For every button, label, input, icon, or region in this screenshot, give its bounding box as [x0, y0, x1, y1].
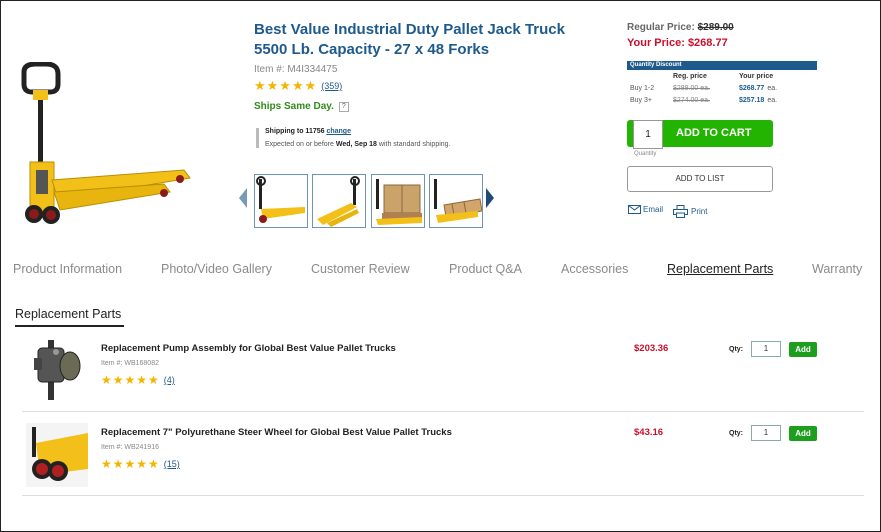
thumbnail-prev-arrow-icon[interactable] — [239, 188, 247, 208]
part-title[interactable]: Replacement 7" Polyurethane Steer Wheel … — [101, 427, 452, 438]
part-item-number: Item #: WB241916 — [101, 444, 159, 451]
email-label[interactable]: Email — [643, 205, 663, 214]
tab-product-information[interactable]: Product Information — [13, 262, 122, 276]
part-add-button[interactable]: Add — [789, 342, 817, 357]
thumbnail-4[interactable] — [429, 174, 483, 228]
your-price: Your Price: $268.77 — [627, 37, 728, 49]
thumbnail-next-arrow-icon[interactable] — [486, 188, 494, 208]
print-link[interactable]: Print — [673, 205, 707, 218]
discount-your-price: $268.77 — [739, 84, 765, 92]
expected-date: Wed, Sep 18 — [335, 141, 377, 148]
discount-reg-price: $274.00 ea. — [673, 96, 710, 104]
discount-qty: Buy 1-2 — [630, 84, 655, 92]
part-price: $203.36 — [634, 343, 669, 354]
quantity-discount-header: Quantity Discount — [627, 61, 817, 70]
part-image[interactable] — [26, 338, 88, 402]
review-count-link[interactable]: (359) — [321, 81, 342, 91]
add-to-cart-label[interactable]: ADD TO CART — [676, 127, 752, 139]
part-image[interactable] — [26, 423, 88, 487]
regular-price-value: $289.00 — [697, 22, 734, 33]
email-link[interactable]: Email — [628, 205, 663, 214]
part-title[interactable]: Replacement Pump Assembly for Global Bes… — [101, 343, 396, 354]
discount-qty: Buy 3+ — [630, 96, 652, 104]
discount-row: Buy 1-2 $289.00 ea. $268.77 ea. — [627, 82, 817, 94]
regular-price-label: Regular Price: — [627, 22, 695, 33]
discount-unit: ea. — [767, 96, 778, 104]
print-icon — [673, 205, 688, 218]
rating-stars-icon: ★★★★★ — [101, 457, 160, 471]
expected-suffix: with standard shipping. — [378, 141, 451, 148]
part-rating: ★★★★★ (15) — [101, 457, 180, 471]
part-qty-input[interactable]: 1 — [751, 425, 781, 441]
discount-reg-price: $289.00 ea. — [673, 84, 710, 92]
part-qty-input[interactable]: 1 — [751, 341, 781, 357]
col-your-price: Your price — [739, 72, 774, 80]
shipping-to: Shipping to 11756 change — [265, 128, 451, 135]
expected-prefix: Expected on or before — [265, 141, 334, 148]
col-reg-price: Reg. price — [673, 72, 707, 80]
qty-label: Qty: — [729, 430, 743, 437]
rating-stars-icon: ★★★★★ — [101, 373, 160, 387]
tab-accessories[interactable]: Accessories — [561, 262, 628, 276]
quantity-caption: Quantity — [634, 151, 657, 157]
rating-stars-icon: ★★★★★ — [254, 78, 318, 93]
review-count-link[interactable]: (15) — [164, 459, 180, 469]
tab-warranty[interactable]: Warranty — [812, 262, 862, 276]
row-divider — [22, 495, 864, 496]
help-icon[interactable]: ? — [338, 101, 349, 112]
shipping-estimate: Shipping to 11756 change Expected on or … — [256, 128, 451, 148]
row-divider — [22, 411, 864, 412]
qty-label: Qty: — [729, 346, 743, 353]
part-item-number: Item #: WB168082 — [101, 360, 159, 367]
discount-row: Buy 3+ $274.00 ea. $257.18 ea. — [627, 94, 817, 106]
ships-same-day-text: Ships Same Day. — [254, 101, 334, 112]
expected-delivery: Expected on or before Wed, Sep 18 with s… — [265, 141, 451, 148]
add-to-list-button[interactable]: ADD TO LIST — [627, 166, 773, 192]
regular-price: Regular Price: $289.00 — [627, 22, 734, 33]
ships-same-day: Ships Same Day. ? — [254, 101, 349, 112]
part-rating: ★★★★★ (4) — [101, 373, 175, 387]
tab-customer-review[interactable]: Customer Review — [311, 262, 410, 276]
heading-underline — [15, 325, 124, 327]
discount-unit: ea. — [767, 84, 778, 92]
thumbnail-1[interactable] — [254, 174, 308, 228]
change-zip-link[interactable]: change — [326, 128, 351, 135]
print-label[interactable]: Print — [691, 207, 707, 216]
tab-product-qa[interactable]: Product Q&A — [449, 262, 522, 276]
part-add-button[interactable]: Add — [789, 426, 817, 441]
thumbnail-3[interactable] — [371, 174, 425, 228]
product-rating: ★★★★★ (359) — [254, 78, 342, 94]
part-price: $43.16 — [634, 427, 664, 438]
replacement-parts-heading: Replacement Parts — [15, 307, 122, 321]
item-number: Item #: M4I334475 — [254, 64, 338, 75]
your-price-value: $268.77 — [687, 37, 728, 49]
main-product-image[interactable] — [14, 62, 194, 237]
email-icon — [628, 205, 641, 214]
review-count-link[interactable]: (4) — [164, 375, 175, 385]
quantity-input[interactable]: 1 — [633, 120, 663, 149]
quantity-discount-columns: Reg. price Your price — [627, 70, 817, 82]
thumbnail-2[interactable] — [312, 174, 366, 228]
your-price-label: Your Price: — [627, 37, 685, 49]
tab-replacement-parts[interactable]: Replacement Parts — [667, 262, 773, 276]
tab-photo-video-gallery[interactable]: Photo/Video Gallery — [161, 262, 272, 276]
shipping-to-label: Shipping to 11756 — [265, 128, 325, 135]
quantity-discount-table: Quantity Discount Reg. price Your price … — [627, 61, 817, 106]
discount-your-price: $257.18 — [739, 96, 765, 104]
product-title: Best Value Industrial Duty Pallet Jack T… — [254, 21, 565, 58]
